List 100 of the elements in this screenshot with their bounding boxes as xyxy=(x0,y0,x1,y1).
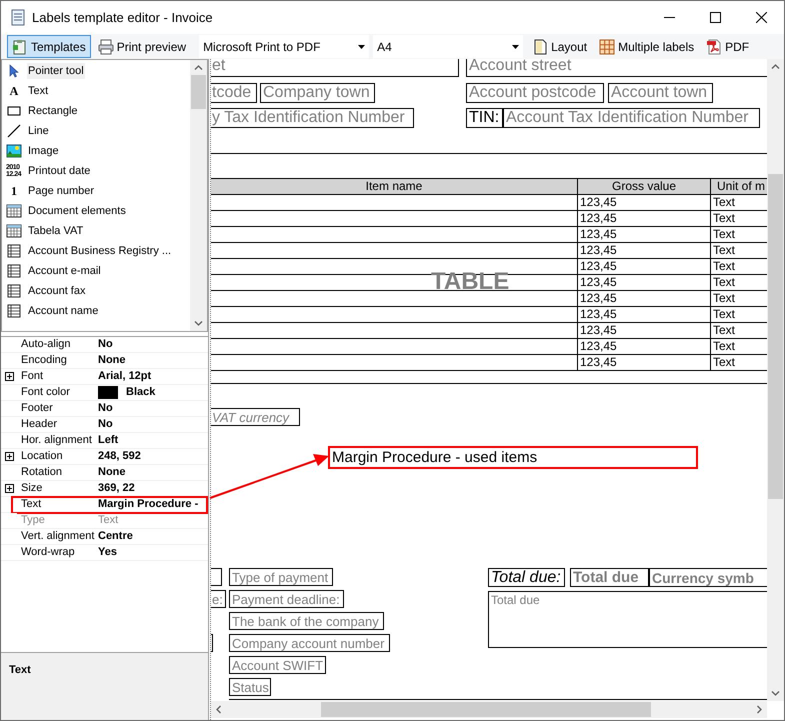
tool-item[interactable]: Text xyxy=(27,82,50,100)
expand-icon[interactable] xyxy=(4,452,14,461)
property-value[interactable]: Black xyxy=(126,384,156,401)
scrollbar-thumb[interactable] xyxy=(321,702,651,717)
scroll-down-icon[interactable] xyxy=(771,691,780,696)
column-header: Gross value xyxy=(577,179,710,194)
label-field[interactable]: Total due xyxy=(488,591,767,648)
label-field[interactable]: VAT currency xyxy=(211,408,300,426)
scrollbar-thumb[interactable] xyxy=(191,75,206,109)
tool-item[interactable]: Account Business Registry ... xyxy=(27,242,172,260)
label-field[interactable]: Status xyxy=(229,678,271,696)
tool-item[interactable]: Rectangle xyxy=(27,102,79,120)
property-row[interactable]: Font color Black xyxy=(1,385,208,401)
property-name: Rotation xyxy=(20,465,63,480)
label-field[interactable]: Account town xyxy=(608,83,713,103)
paper-dropdown[interactable]: A4 xyxy=(373,35,524,58)
tool-item[interactable]: Tabela VAT xyxy=(27,222,84,240)
tool-item[interactable]: Pointer tool xyxy=(27,62,85,80)
label-field[interactable]: Account SWIFT xyxy=(229,656,326,674)
scrollbar[interactable] xyxy=(190,60,207,331)
property-name: Word-wrap xyxy=(20,545,76,560)
label-field[interactable]: Currency symb xyxy=(649,568,767,587)
label-field[interactable]: TIN: xyxy=(466,108,503,128)
label-field[interactable]: et xyxy=(211,59,459,77)
property-value[interactable]: Left xyxy=(98,432,118,449)
toolbar-button[interactable]: Templates xyxy=(7,35,91,58)
label-field[interactable]: e: xyxy=(211,590,226,608)
property-value[interactable]: 369, 22 xyxy=(98,480,135,497)
property-value[interactable]: 248, 592 xyxy=(98,448,141,465)
table-cell: 123,45 xyxy=(577,355,710,370)
printer-icon xyxy=(98,38,114,54)
property-row[interactable]: Footer No xyxy=(1,401,208,417)
scroll-up-icon[interactable] xyxy=(771,64,780,69)
property-row[interactable]: Word-wrap Yes xyxy=(1,545,208,561)
scrollbar[interactable] xyxy=(767,59,784,701)
property-row[interactable]: Hor. alignment Left xyxy=(1,433,208,449)
property-row[interactable]: Text Margin Procedure - xyxy=(1,497,208,513)
property-row[interactable]: Vert. alignment Centre xyxy=(1,529,208,545)
toolbar-button[interactable]: Multiple labels xyxy=(596,35,698,58)
table-icon xyxy=(6,223,22,239)
label-field[interactable]: Total due: xyxy=(488,568,565,587)
tool-item[interactable]: Page number xyxy=(27,182,96,200)
document-icon xyxy=(11,9,25,26)
property-value[interactable]: Arial, 12pt xyxy=(98,368,152,385)
label-field[interactable]: Company account number xyxy=(229,634,390,652)
scroll-up-icon[interactable] xyxy=(194,65,203,70)
table-cell: 123,45 xyxy=(577,291,710,306)
scroll-down-icon[interactable] xyxy=(194,321,203,326)
property-row[interactable]: Font Arial, 12pt xyxy=(1,369,208,385)
tool-item[interactable]: Account fax xyxy=(27,282,86,300)
label-field[interactable]: Company town xyxy=(260,83,375,103)
scrollbar[interactable] xyxy=(211,701,767,718)
property-name: Location xyxy=(20,449,64,464)
property-value[interactable]: Margin Procedure - xyxy=(98,496,198,513)
printer-dropdown[interactable]: Microsoft Print to PDF xyxy=(199,35,370,58)
property-row[interactable]: Size 369, 22 xyxy=(1,481,208,497)
label-field[interactable]: The bank of the company xyxy=(229,612,384,630)
toolbar-button[interactable]: Print preview xyxy=(92,35,192,58)
tool-item[interactable]: Image xyxy=(27,142,60,160)
label-field[interactable]: Payment deadline: xyxy=(229,590,344,608)
label-field[interactable]: Account Tax Identification Number xyxy=(503,108,760,128)
property-row[interactable]: Rotation None xyxy=(1,465,208,481)
property-name: Footer xyxy=(20,401,54,416)
property-value[interactable]: No xyxy=(98,400,113,417)
property-row[interactable]: Auto-align No xyxy=(1,337,208,353)
tool-item[interactable]: Line xyxy=(27,122,50,140)
property-value[interactable]: Centre xyxy=(98,528,133,545)
expand-icon[interactable] xyxy=(4,372,14,381)
label-canvas[interactable] xyxy=(211,59,767,701)
glyph-icon: 1 xyxy=(6,182,22,200)
scroll-right-icon[interactable] xyxy=(757,705,762,714)
label-field[interactable]: Account postcode xyxy=(466,83,604,103)
label-field[interactable]: Type of payment xyxy=(229,568,333,586)
expand-icon[interactable] xyxy=(4,484,14,493)
table-cell: 123,45 xyxy=(577,227,710,242)
property-row[interactable]: Location 248, 592 xyxy=(1,449,208,465)
property-row[interactable]: Encoding None xyxy=(1,353,208,369)
property-value[interactable]: No xyxy=(98,416,113,433)
scrollbar-thumb[interactable] xyxy=(768,174,783,499)
property-name: Auto-align xyxy=(20,337,72,352)
scroll-left-icon[interactable] xyxy=(216,705,221,714)
tool-item[interactable]: Printout date xyxy=(27,162,92,180)
label-field[interactable]: y Tax Identification Number xyxy=(211,108,414,128)
property-row[interactable]: Header No xyxy=(1,417,208,433)
tool-item[interactable]: Document elements xyxy=(27,202,127,220)
tool-item[interactable]: Account name xyxy=(27,302,100,320)
label-field[interactable]: tcode xyxy=(211,83,257,103)
property-value[interactable]: No xyxy=(98,336,113,353)
label-field[interactable]: Margin Procedure - used items xyxy=(328,446,698,469)
property-name: Font xyxy=(20,369,44,384)
toolbar-button[interactable]: PDF xyxy=(703,35,752,58)
property-value[interactable]: None xyxy=(98,464,126,481)
list-icon xyxy=(6,263,22,279)
property-value[interactable]: Yes xyxy=(98,544,117,561)
property-value[interactable]: None xyxy=(98,352,126,369)
field-frame xyxy=(211,568,222,586)
label-field[interactable]: Total due xyxy=(570,568,649,587)
tool-item[interactable]: Account e-mail xyxy=(27,262,102,280)
toolbar-button[interactable]: Layout xyxy=(529,35,590,58)
property-name: Vert. alignment xyxy=(20,529,95,544)
